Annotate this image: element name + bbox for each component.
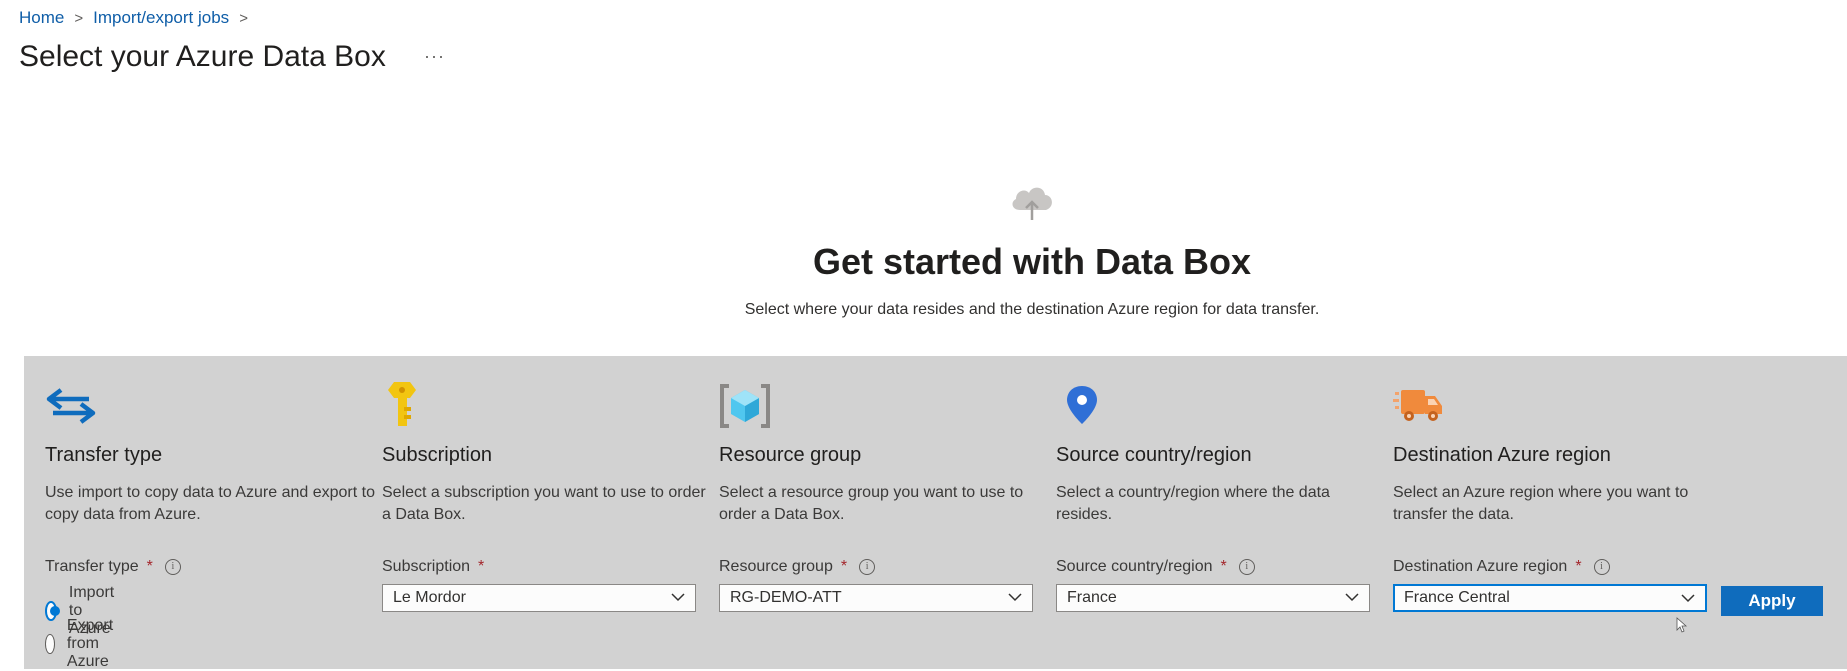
hero-subtitle: Select where your data resides and the d… [744,301,1320,318]
required-marker: * [1575,558,1582,575]
resource-group-icon [720,384,770,428]
info-icon[interactable]: i [1593,559,1610,575]
destination-region-description: Select an Azure region where you want to… [1393,484,1689,523]
subscription-dropdown[interactable]: Le Mordor [382,584,696,612]
apply-button[interactable]: Apply [1721,586,1823,616]
radio-export-label: Export from Azure [66,617,114,670]
chevron-down-icon [1345,593,1359,602]
breadcrumb-jobs-link[interactable]: Import/export jobs [93,8,229,28]
transfer-type-label: Transfer type * i [45,558,181,576]
breadcrumb: Home > Import/export jobs > [19,8,248,28]
destination-region-title: Destination Azure region [1393,444,1611,466]
selection-panel: Transfer type Use import to copy data to… [24,356,1847,671]
hero-title: Get started with Data Box [812,241,1252,282]
resource-group-description: Select a resource group you want to use … [719,484,1024,523]
transfer-type-label-text: Transfer type [45,558,139,575]
subscription-value: Le Mordor [393,589,466,606]
resource-group-label: Resource group * i [719,558,876,576]
more-options-icon[interactable]: ··· [424,46,445,67]
info-icon[interactable]: i [164,559,181,575]
info-icon[interactable]: i [1238,559,1255,575]
source-region-label: Source country/region * i [1056,558,1255,576]
page-title: Select your Azure Data Box [19,40,386,73]
required-marker: * [1220,558,1227,575]
cloud-upload-icon [1012,187,1052,220]
mouse-cursor-icon [1676,617,1688,633]
subscription-description: Select a subscription you want to use to… [382,484,706,523]
radio-export-from-azure[interactable]: Export from Azure [45,617,123,671]
destination-region-dropdown[interactable]: France Central [1393,584,1707,612]
source-region-dropdown[interactable]: France [1056,584,1370,612]
radio-unchecked-icon[interactable] [45,634,55,654]
subscription-title: Subscription [382,444,493,466]
location-pin-icon [1067,386,1097,424]
delivery-truck-icon [1393,390,1442,421]
transfer-type-description: Use import to copy data to Azure and exp… [45,484,375,523]
chevron-right-icon: > [239,9,248,27]
destination-region-label: Destination Azure region * i [1393,558,1610,576]
resource-group-label-text: Resource group [719,558,833,575]
transfer-type-title: Transfer type [45,444,163,466]
required-marker: * [146,558,153,575]
source-region-title: Source country/region [1056,444,1252,466]
destination-region-value: France Central [1404,589,1510,606]
resource-group-dropdown[interactable]: RG-DEMO-ATT [719,584,1033,612]
resource-group-title: Resource group [719,444,862,466]
source-region-label-text: Source country/region [1056,558,1213,575]
breadcrumb-home-link[interactable]: Home [19,8,64,28]
subscription-label: Subscription * [382,558,484,576]
source-region-value: France [1067,589,1117,606]
chevron-down-icon [1008,593,1022,602]
destination-region-label-text: Destination Azure region [1393,558,1568,575]
required-marker: * [840,558,848,575]
required-marker: * [478,558,485,575]
chevron-down-icon [1681,594,1695,603]
source-region-description: Select a country/region where the data r… [1056,484,1330,523]
key-icon [388,382,416,426]
chevron-right-icon: > [74,9,84,27]
transfer-arrows-icon [46,388,96,424]
info-icon[interactable]: i [859,559,876,575]
chevron-down-icon [671,593,685,602]
subscription-label-text: Subscription [382,558,471,575]
resource-group-value: RG-DEMO-ATT [730,589,842,606]
